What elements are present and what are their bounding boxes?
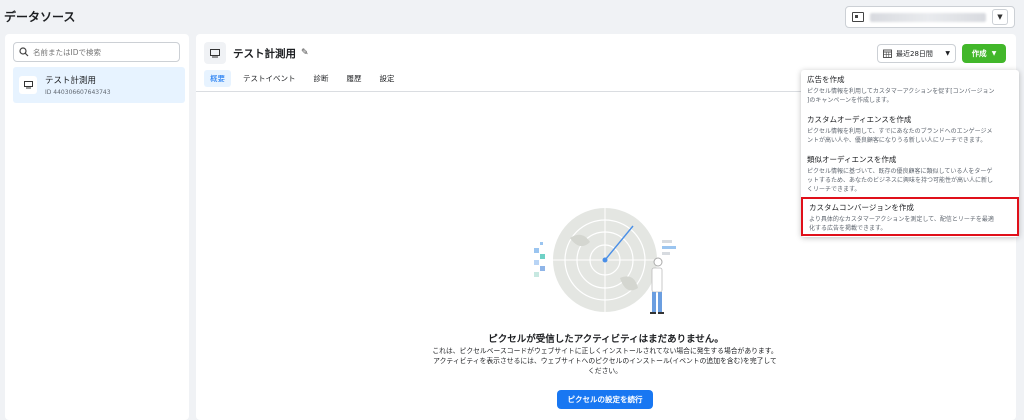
menu-item-custom-audience[interactable]: カスタムオーディエンスを作成 ピクセル情報を利用して、すでにあなたのブランドへの… xyxy=(801,114,1019,145)
menu-item-custom-conversion[interactable]: カスタムコンバージョンを作成 より具体的なカスタマーアクションを測定して、配信と… xyxy=(801,197,1019,236)
create-dropdown-menu: 広告を作成 ピクセル情報を利用してカスタマーアクションを促す[コンバージョン ]… xyxy=(801,70,1019,237)
menu-item-lookalike-audience[interactable]: 類似オーディエンスを作成 ピクセル情報に基づいて、既存の優良顧客に類似している人… xyxy=(801,154,1019,194)
pixel-name: テスト計測用 xyxy=(45,76,97,86)
continue-pixel-setup-button[interactable]: ピクセルの設定を続行 xyxy=(557,390,653,409)
tab-bar: 概要 テストイベント 診断 履歴 設定 xyxy=(204,70,407,87)
search-input[interactable] xyxy=(33,47,173,57)
chevron-down-icon: ▼ xyxy=(945,50,950,57)
chevron-down-icon[interactable]: ▼ xyxy=(992,9,1008,25)
monitor-icon xyxy=(204,42,226,64)
empty-state-title: ピクセルが受信したアクティビティはまだありません。 xyxy=(488,334,724,345)
menu-item-create-ad[interactable]: 広告を作成 ピクセル情報を利用してカスタマーアクションを促す[コンバージョン ]… xyxy=(801,74,1019,105)
menu-item-desc: ピクセル情報に基づいて、既存の優良顧客に類似している人をターゲ ットするため、あ… xyxy=(807,168,994,193)
ad-account-selector[interactable]: ▼ xyxy=(845,6,1015,28)
account-name-blurred xyxy=(870,12,986,22)
search-box[interactable] xyxy=(13,42,180,62)
create-button[interactable]: 作成 ▼ xyxy=(962,44,1006,63)
monitor-icon xyxy=(19,76,37,94)
tab-overview[interactable]: 概要 xyxy=(204,70,231,87)
tab-test-events[interactable]: テストイベント xyxy=(237,70,302,87)
page-title: データソース xyxy=(4,10,76,24)
account-card-icon xyxy=(852,12,864,22)
menu-item-title: カスタムコンバージョンを作成 xyxy=(809,203,914,212)
pixel-list-panel: テスト計測用 ID 440306607643743 xyxy=(5,34,189,420)
tab-history[interactable]: 履歴 xyxy=(341,70,368,87)
pixel-header: テスト計測用 ✎ xyxy=(204,42,309,64)
menu-item-title: カスタムオーディエンスを作成 xyxy=(807,115,912,124)
pixel-id: ID 440306607643743 xyxy=(45,89,111,96)
date-range-button[interactable]: 最近28日間 ▼ xyxy=(877,44,956,63)
sidebar-item-pixel[interactable]: テスト計測用 ID 440306607643743 xyxy=(13,67,185,103)
search-icon xyxy=(19,47,29,57)
menu-item-desc: より具体的なカスタマーアクションを測定して、配信とリーチを最適 化する広告を掲載… xyxy=(809,216,994,232)
create-label: 作成 xyxy=(971,49,987,58)
chevron-down-icon: ▼ xyxy=(991,50,997,57)
menu-item-title: 広告を作成 xyxy=(807,75,845,84)
tab-diagnostics[interactable]: 診断 xyxy=(308,70,335,87)
pencil-icon[interactable]: ✎ xyxy=(301,48,309,58)
calendar-icon xyxy=(883,49,892,58)
tab-settings[interactable]: 設定 xyxy=(374,70,401,87)
menu-item-desc: ピクセル情報を利用して、すでにあなたのブランドへのエンゲージメ ントが高い人や、… xyxy=(807,128,993,144)
menu-item-desc: ピクセル情報を利用してカスタマーアクションを促す[コンバージョン ]のキャンペー… xyxy=(807,88,995,104)
date-range-label: 最近28日間 xyxy=(896,49,933,58)
empty-state-description: これは、ピクセルベースコードがウェブサイトに正しくインストールされてない場合に発… xyxy=(432,347,778,375)
radar-illustration xyxy=(534,208,676,314)
pixel-title: テスト計測用 xyxy=(233,47,296,60)
menu-item-title: 類似オーディエンスを作成 xyxy=(807,155,897,164)
